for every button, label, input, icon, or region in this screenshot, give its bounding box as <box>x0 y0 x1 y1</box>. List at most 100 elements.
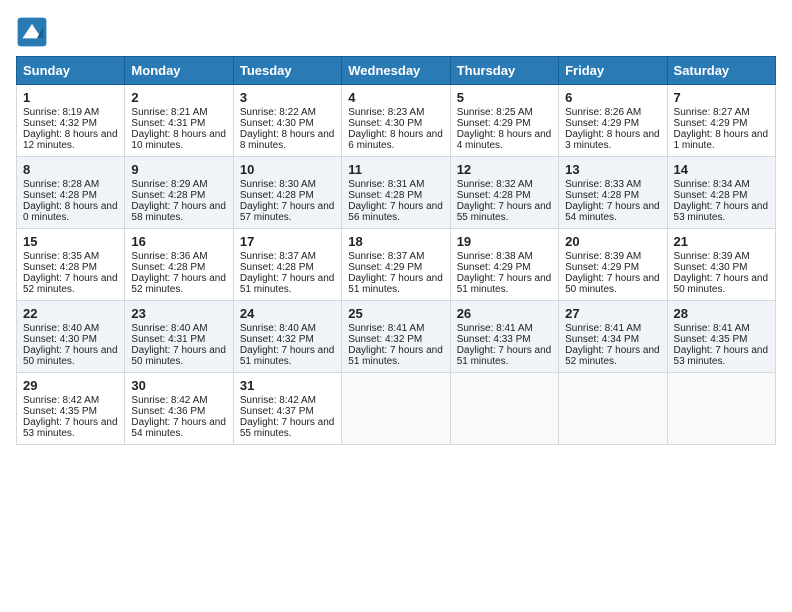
sunrise-label: Sunrise: 8:22 AM <box>240 107 316 118</box>
calendar-header: SundayMondayTuesdayWednesdayThursdayFrid… <box>17 57 776 85</box>
calendar-cell: 16Sunrise: 8:36 AMSunset: 4:28 PMDayligh… <box>125 229 233 301</box>
header-thursday: Thursday <box>450 57 558 85</box>
calendar-cell: 29Sunrise: 8:42 AMSunset: 4:35 PMDayligh… <box>17 373 125 445</box>
sunrise-label: Sunrise: 8:38 AM <box>457 251 533 262</box>
daylight-label: Daylight: 7 hours and 51 minutes. <box>240 345 335 367</box>
week-row-1: 1Sunrise: 8:19 AMSunset: 4:32 PMDaylight… <box>17 85 776 157</box>
day-number: 23 <box>131 306 226 321</box>
calendar-cell: 8Sunrise: 8:28 AMSunset: 4:28 PMDaylight… <box>17 157 125 229</box>
calendar-cell: 6Sunrise: 8:26 AMSunset: 4:29 PMDaylight… <box>559 85 667 157</box>
calendar-cell: 10Sunrise: 8:30 AMSunset: 4:28 PMDayligh… <box>233 157 341 229</box>
calendar-cell <box>450 373 558 445</box>
calendar-cell: 15Sunrise: 8:35 AMSunset: 4:28 PMDayligh… <box>17 229 125 301</box>
sunrise-label: Sunrise: 8:23 AM <box>348 107 424 118</box>
sunset-label: Sunset: 4:29 PM <box>457 262 531 273</box>
sunset-label: Sunset: 4:37 PM <box>240 406 314 417</box>
calendar-cell: 23Sunrise: 8:40 AMSunset: 4:31 PMDayligh… <box>125 301 233 373</box>
calendar-cell: 22Sunrise: 8:40 AMSunset: 4:30 PMDayligh… <box>17 301 125 373</box>
sunset-label: Sunset: 4:28 PM <box>23 262 97 273</box>
daylight-label: Daylight: 7 hours and 52 minutes. <box>23 273 118 295</box>
calendar-cell: 26Sunrise: 8:41 AMSunset: 4:33 PMDayligh… <box>450 301 558 373</box>
header-friday: Friday <box>559 57 667 85</box>
daylight-label: Daylight: 7 hours and 52 minutes. <box>565 345 660 367</box>
daylight-label: Daylight: 7 hours and 51 minutes. <box>348 273 443 295</box>
sunset-label: Sunset: 4:32 PM <box>348 334 422 345</box>
sunset-label: Sunset: 4:29 PM <box>348 262 422 273</box>
daylight-label: Daylight: 7 hours and 56 minutes. <box>348 201 443 223</box>
daylight-label: Daylight: 7 hours and 58 minutes. <box>131 201 226 223</box>
header-monday: Monday <box>125 57 233 85</box>
daylight-label: Daylight: 7 hours and 51 minutes. <box>457 345 552 367</box>
daylight-label: Daylight: 7 hours and 51 minutes. <box>348 345 443 367</box>
daylight-label: Daylight: 8 hours and 3 minutes. <box>565 129 660 151</box>
header-tuesday: Tuesday <box>233 57 341 85</box>
day-number: 5 <box>457 90 552 105</box>
sunrise-label: Sunrise: 8:27 AM <box>674 107 750 118</box>
calendar-cell: 2Sunrise: 8:21 AMSunset: 4:31 PMDaylight… <box>125 85 233 157</box>
sunrise-label: Sunrise: 8:21 AM <box>131 107 207 118</box>
daylight-label: Daylight: 7 hours and 52 minutes. <box>131 273 226 295</box>
day-number: 7 <box>674 90 769 105</box>
day-number: 14 <box>674 162 769 177</box>
day-number: 30 <box>131 378 226 393</box>
sunset-label: Sunset: 4:29 PM <box>565 118 639 129</box>
sunset-label: Sunset: 4:30 PM <box>348 118 422 129</box>
sunset-label: Sunset: 4:32 PM <box>23 118 97 129</box>
sunrise-label: Sunrise: 8:41 AM <box>565 323 641 334</box>
week-row-2: 8Sunrise: 8:28 AMSunset: 4:28 PMDaylight… <box>17 157 776 229</box>
day-number: 10 <box>240 162 335 177</box>
calendar-cell: 31Sunrise: 8:42 AMSunset: 4:37 PMDayligh… <box>233 373 341 445</box>
sunrise-label: Sunrise: 8:29 AM <box>131 179 207 190</box>
sunset-label: Sunset: 4:28 PM <box>674 190 748 201</box>
sunset-label: Sunset: 4:30 PM <box>674 262 748 273</box>
week-row-5: 29Sunrise: 8:42 AMSunset: 4:35 PMDayligh… <box>17 373 776 445</box>
sunrise-label: Sunrise: 8:40 AM <box>131 323 207 334</box>
day-number: 25 <box>348 306 443 321</box>
day-number: 4 <box>348 90 443 105</box>
sunset-label: Sunset: 4:32 PM <box>240 334 314 345</box>
day-number: 18 <box>348 234 443 249</box>
calendar-body: 1Sunrise: 8:19 AMSunset: 4:32 PMDaylight… <box>17 85 776 445</box>
week-row-4: 22Sunrise: 8:40 AMSunset: 4:30 PMDayligh… <box>17 301 776 373</box>
sunrise-label: Sunrise: 8:36 AM <box>131 251 207 262</box>
daylight-label: Daylight: 7 hours and 53 minutes. <box>674 201 769 223</box>
sunset-label: Sunset: 4:34 PM <box>565 334 639 345</box>
calendar-cell <box>667 373 775 445</box>
daylight-label: Daylight: 7 hours and 54 minutes. <box>131 417 226 439</box>
day-number: 27 <box>565 306 660 321</box>
sunset-label: Sunset: 4:28 PM <box>23 190 97 201</box>
calendar-cell: 4 Sunrise: 8:23 AMSunset: 4:30 PMDaylight… <box>342 85 450 157</box>
sunrise-label: Sunrise: 8:41 AM <box>674 323 750 334</box>
daylight-label: Daylight: 8 hours and 4 minutes. <box>457 129 552 151</box>
calendar-cell <box>559 373 667 445</box>
calendar-cell: 19Sunrise: 8:38 AMSunset: 4:29 PMDayligh… <box>450 229 558 301</box>
calendar-cell: 17Sunrise: 8:37 AMSunset: 4:28 PMDayligh… <box>233 229 341 301</box>
calendar-cell: 25Sunrise: 8:41 AMSunset: 4:32 PMDayligh… <box>342 301 450 373</box>
logo <box>16 16 52 48</box>
day-number: 28 <box>674 306 769 321</box>
daylight-label: Daylight: 8 hours and 8 minutes. <box>240 129 335 151</box>
daylight-label: Daylight: 7 hours and 51 minutes. <box>457 273 552 295</box>
sunrise-label: Sunrise: 8:26 AM <box>565 107 641 118</box>
sunset-label: Sunset: 4:30 PM <box>23 334 97 345</box>
daylight-label: Daylight: 8 hours and 6 minutes. <box>348 129 443 151</box>
sunrise-label: Sunrise: 8:28 AM <box>23 179 99 190</box>
calendar-cell: 28 Sunrise: 8:41 AMSunset: 4:35 PMDayligh… <box>667 301 775 373</box>
header-sunday: Sunday <box>17 57 125 85</box>
week-row-3: 15Sunrise: 8:35 AMSunset: 4:28 PMDayligh… <box>17 229 776 301</box>
sunrise-label: Sunrise: 8:42 AM <box>131 395 207 406</box>
sunset-label: Sunset: 4:31 PM <box>131 118 205 129</box>
calendar-cell: 20Sunrise: 8:39 AMSunset: 4:29 PMDayligh… <box>559 229 667 301</box>
sunrise-label: Sunrise: 8:32 AM <box>457 179 533 190</box>
calendar-cell: 5Sunrise: 8:25 AMSunset: 4:29 PMDaylight… <box>450 85 558 157</box>
sunset-label: Sunset: 4:29 PM <box>565 262 639 273</box>
calendar-cell: 24Sunrise: 8:40 AMSunset: 4:32 PMDayligh… <box>233 301 341 373</box>
calendar-cell: 3Sunrise: 8:22 AMSunset: 4:30 PMDaylight… <box>233 85 341 157</box>
sunset-label: Sunset: 4:35 PM <box>674 334 748 345</box>
header-wednesday: Wednesday <box>342 57 450 85</box>
daylight-label: Daylight: 7 hours and 55 minutes. <box>240 417 335 439</box>
day-number: 17 <box>240 234 335 249</box>
daylight-label: Daylight: 7 hours and 53 minutes. <box>674 345 769 367</box>
sunset-label: Sunset: 4:36 PM <box>131 406 205 417</box>
sunset-label: Sunset: 4:28 PM <box>131 262 205 273</box>
